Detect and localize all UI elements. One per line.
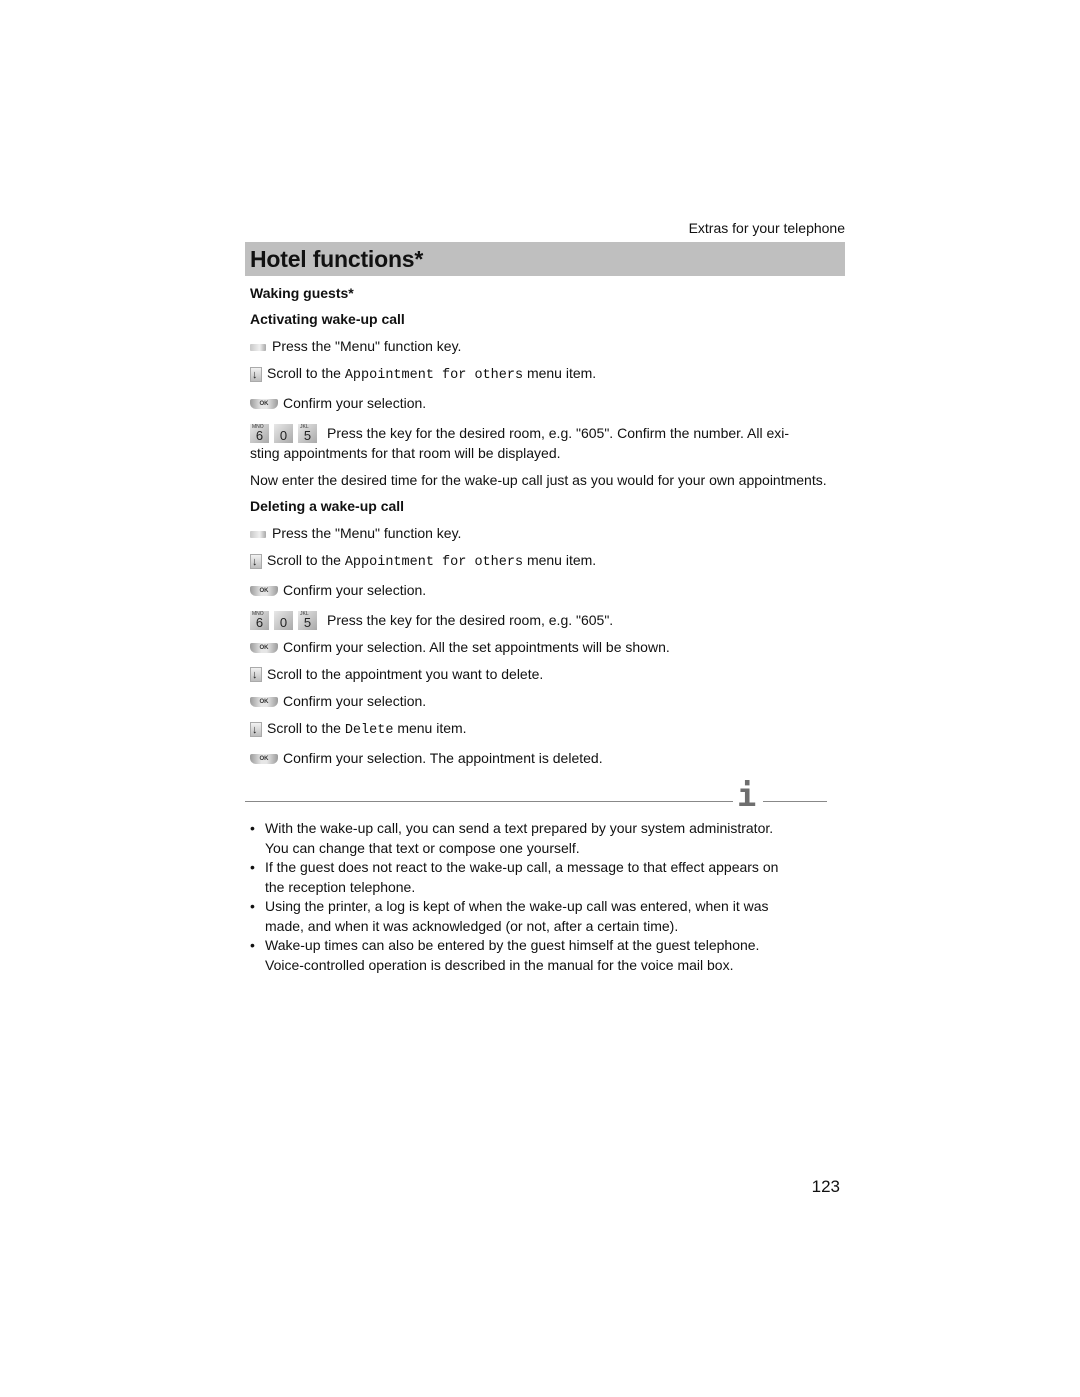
info-notes-list: With the wake-up call, you can send a te… xyxy=(250,819,842,975)
content: Waking guests* Activating wake-up call P… xyxy=(245,284,842,975)
step-text-pre: Scroll to the xyxy=(267,720,345,736)
step-text-post: menu item. xyxy=(523,552,597,568)
key-5-icon: JKL 5 xyxy=(298,424,317,443)
step-text: Scroll to the appointment you want to de… xyxy=(267,666,544,682)
step-text: Scroll to the Appointment for others men… xyxy=(267,550,596,573)
step-text: Confirm your selection. xyxy=(283,693,427,709)
key-digit: 5 xyxy=(303,428,312,443)
heading-deleting-wake-up-call: Deleting a wake-up call xyxy=(250,498,405,514)
list-item: Using the printer, a log is kept of when… xyxy=(250,897,842,936)
step: OK Confirm your selection. xyxy=(250,580,842,600)
key-digit: 5 xyxy=(303,615,312,630)
scroll-down-icon xyxy=(250,665,262,685)
menu-item-name: Delete xyxy=(344,723,394,738)
scroll-down-icon xyxy=(250,552,262,572)
step-text: Press the key for the desired room, e.g.… xyxy=(327,612,614,628)
step: OK Confirm your selection. All the set a… xyxy=(250,637,842,657)
step: Scroll to the Delete menu item. xyxy=(250,718,842,741)
divider-line xyxy=(763,801,827,802)
note-line: Voice-controlled operation is described … xyxy=(265,956,734,973)
ok-key-icon: OK xyxy=(250,697,278,707)
note-line: Wake-up times can also be entered by the… xyxy=(265,937,760,953)
step-text: Confirm your selection. xyxy=(283,395,427,411)
note-line: made, and when it was acknowledged (or n… xyxy=(265,917,679,934)
note-line: Using the printer, a log is kept of when… xyxy=(265,898,769,914)
page-number: 123 xyxy=(811,1177,840,1196)
heading-waking-guests: Waking guests* xyxy=(250,285,354,301)
menu-function-key-icon xyxy=(250,343,266,351)
heading-activating-wake-up-call: Activating wake-up call xyxy=(250,311,405,327)
key-letters: MNO xyxy=(252,424,264,430)
paragraph-enter-time: Now enter the desired time for the wake-… xyxy=(250,472,827,488)
ok-key-icon: OK xyxy=(250,586,278,596)
step-text: Press the "Menu" function key. xyxy=(272,525,462,541)
step-text-continued: sting appointments for that room will be… xyxy=(250,445,561,461)
step-text: Confirm your selection. The appointment … xyxy=(283,750,603,766)
step-text-pre: Scroll to the xyxy=(267,552,345,568)
step: Scroll to the Appointment for others men… xyxy=(250,550,842,573)
key-6-icon: MNO 6 xyxy=(250,424,269,443)
key-digit: 0 xyxy=(279,615,288,630)
step-text: Scroll to the Delete menu item. xyxy=(267,718,467,741)
digit-keys-icon: MNO 6 0 JKL 5 xyxy=(250,424,322,443)
note-line: With the wake-up call, you can send a te… xyxy=(265,820,774,836)
scroll-down-icon xyxy=(250,720,262,740)
info-icon: i xyxy=(737,776,757,814)
menu-function-key-icon xyxy=(250,530,266,538)
key-letters: MNO xyxy=(252,611,264,617)
section-title-bar: Hotel functions* xyxy=(245,242,845,276)
key-6-icon: MNO 6 xyxy=(250,611,269,630)
key-0-icon: 0 xyxy=(274,424,293,443)
step: Press the "Menu" function key. xyxy=(250,336,842,356)
menu-item-name: Appointment for others xyxy=(344,368,524,383)
running-header: Extras for your telephone xyxy=(688,220,845,236)
list-item: With the wake-up call, you can send a te… xyxy=(250,819,842,858)
step-text-post: menu item. xyxy=(393,720,467,736)
scroll-down-icon xyxy=(250,365,262,385)
step-text: Scroll to the Appointment for others men… xyxy=(267,363,596,386)
step: Scroll to the Appointment for others men… xyxy=(250,363,842,386)
digit-keys-icon: MNO 6 0 JKL 5 xyxy=(250,611,322,630)
info-divider: i xyxy=(245,775,835,815)
note-line: If the guest does not react to the wake-… xyxy=(265,859,779,875)
step-text-post: menu item. xyxy=(523,365,597,381)
divider-line xyxy=(245,801,733,802)
step-text: Press the key for the desired room, e.g.… xyxy=(327,425,790,441)
step-text: Confirm your selection. xyxy=(283,582,427,598)
list-item: If the guest does not react to the wake-… xyxy=(250,858,842,897)
list-item: Wake-up times can also be entered by the… xyxy=(250,936,842,975)
key-letters: JKL xyxy=(300,424,309,430)
note-line: You can change that text or compose one … xyxy=(265,839,580,856)
step: MNO 6 0 JKL 5 Press the key for the desire… xyxy=(250,610,842,630)
step: OK Confirm your selection. xyxy=(250,691,842,711)
key-5-icon: JKL 5 xyxy=(298,611,317,630)
step: OK Confirm your selection. xyxy=(250,393,842,413)
ok-key-icon: OK xyxy=(250,754,278,764)
step: MNO 6 0 JKL 5 Press the key for the desire… xyxy=(250,423,842,463)
step: OK Confirm your selection. The appointme… xyxy=(250,748,842,768)
ok-key-icon: OK xyxy=(250,399,278,409)
ok-key-icon: OK xyxy=(250,643,278,653)
step-text-pre: Scroll to the xyxy=(267,365,345,381)
step-text: Press the "Menu" function key. xyxy=(272,338,462,354)
key-0-icon: 0 xyxy=(274,611,293,630)
menu-item-name: Appointment for others xyxy=(344,555,524,570)
step-text: Confirm your selection. All the set appo… xyxy=(283,639,670,655)
section-title: Hotel functions* xyxy=(250,246,424,272)
key-digit: 6 xyxy=(255,615,264,630)
key-digit: 6 xyxy=(255,428,264,443)
key-digit: 0 xyxy=(279,428,288,443)
step: Scroll to the appointment you want to de… xyxy=(250,664,842,685)
note-line: the reception telephone. xyxy=(265,878,416,895)
step: Press the "Menu" function key. xyxy=(250,523,842,543)
key-letters: JKL xyxy=(300,611,309,617)
